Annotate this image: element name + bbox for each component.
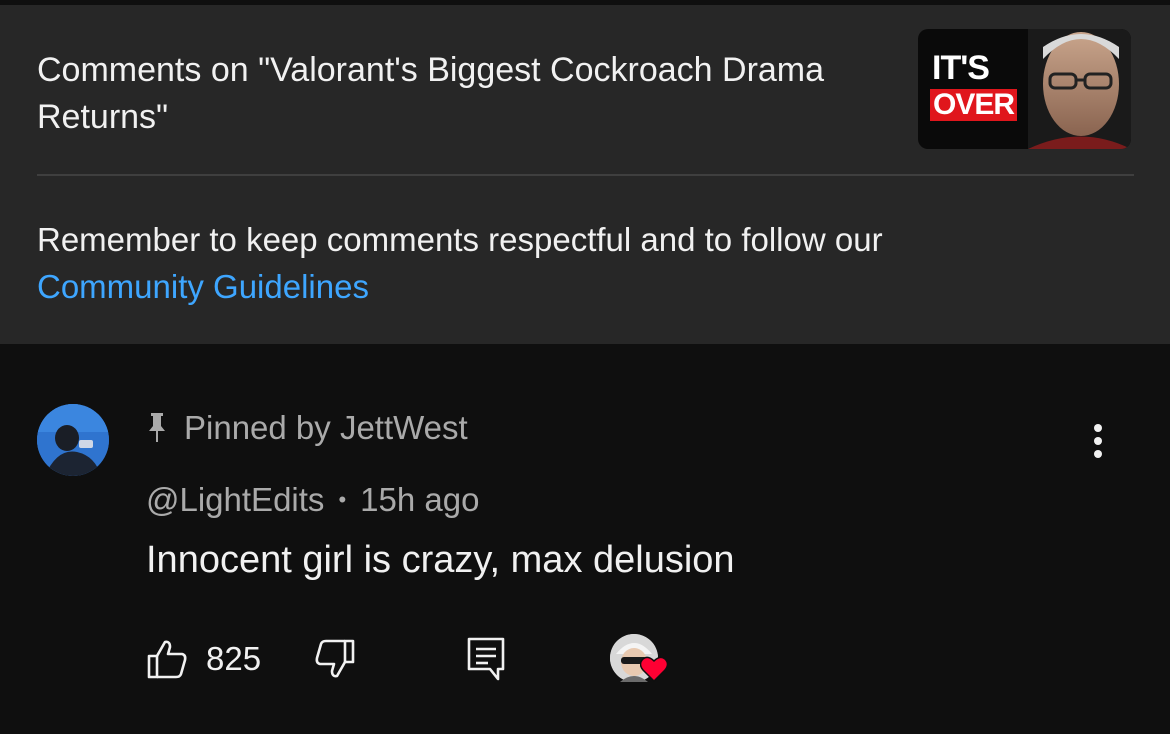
reply-button[interactable] bbox=[466, 632, 506, 686]
thumb-down-icon bbox=[315, 639, 355, 678]
heart-icon bbox=[640, 656, 668, 682]
like-button[interactable]: 825 bbox=[146, 632, 261, 686]
pin-icon bbox=[149, 413, 165, 442]
community-guidelines-link[interactable]: Community Guidelines bbox=[37, 268, 369, 305]
creator-heart-badge bbox=[610, 634, 668, 682]
pinned-label: Pinned by JettWest bbox=[148, 406, 468, 450]
comment-text: Innocent girl is crazy, max delusion bbox=[146, 539, 735, 581]
divider bbox=[37, 174, 1134, 176]
comment-timestamp: 15h ago bbox=[360, 481, 480, 518]
thumbnail-text-bottom: OVER bbox=[930, 89, 1018, 121]
more-options-button[interactable] bbox=[1080, 418, 1116, 464]
comments-header: Comments on "Valorant's Biggest Cockroac… bbox=[0, 5, 1170, 344]
thumb-up-icon bbox=[147, 640, 187, 679]
notice-text: Remember to keep comments respectful and… bbox=[37, 221, 883, 258]
page-title: Comments on "Valorant's Biggest Cockroac… bbox=[37, 51, 825, 136]
dislike-button[interactable] bbox=[314, 632, 356, 686]
comment-icon bbox=[467, 637, 505, 681]
meta-separator: • bbox=[338, 487, 347, 512]
comment-meta: @LightEdits • 15h ago bbox=[146, 478, 479, 522]
video-thumbnail[interactable]: IT'S OVER bbox=[918, 29, 1131, 149]
like-count: 825 bbox=[206, 640, 262, 677]
more-vert-icon bbox=[1094, 424, 1102, 458]
avatar-image bbox=[37, 404, 109, 476]
comment-author[interactable]: @LightEdits bbox=[146, 481, 324, 519]
pinned-by-text: Pinned by JettWest bbox=[184, 409, 468, 446]
guidelines-notice: Remember to keep comments respectful and… bbox=[37, 216, 1137, 310]
thumbnail-text-top: IT'S bbox=[932, 49, 990, 87]
avatar[interactable] bbox=[37, 404, 109, 476]
